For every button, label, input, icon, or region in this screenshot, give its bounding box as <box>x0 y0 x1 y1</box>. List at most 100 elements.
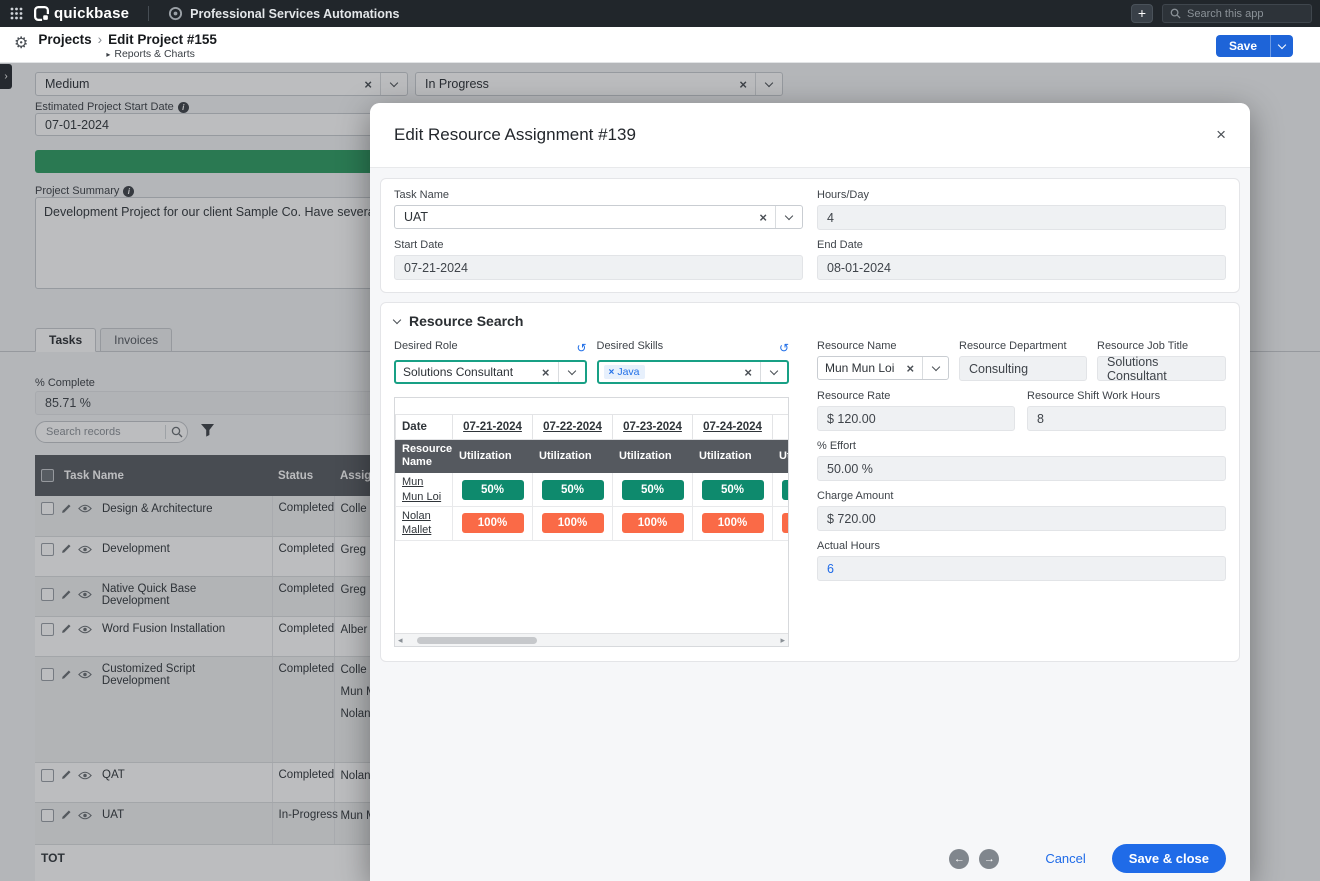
chevron-down-icon <box>393 315 401 323</box>
date-column-link[interactable] <box>773 415 790 440</box>
reports-charts-link[interactable]: ▸ Reports & Charts <box>38 48 217 60</box>
utilization-header: Utilization <box>613 440 693 473</box>
start-date-label: Start Date <box>394 239 803 251</box>
app-search-input[interactable]: Search this app <box>1162 4 1312 23</box>
resource-rate-label: Resource Rate <box>817 390 1015 402</box>
utilization-header: Utilization <box>693 440 773 473</box>
resource-department-label: Resource Department <box>959 340 1087 352</box>
date-column-link[interactable]: 07-23-2024 <box>613 415 693 440</box>
edit-resource-assignment-modal: Edit Resource Assignment #139 × Task Nam… <box>370 103 1250 881</box>
search-icon <box>1170 8 1181 19</box>
next-record-button[interactable]: → <box>979 849 999 869</box>
utilization-header: Utilization <box>773 440 790 473</box>
date-column-link[interactable]: 07-22-2024 <box>533 415 613 440</box>
actual-hours-link[interactable]: 6 <box>827 562 834 576</box>
horizontal-scrollbar[interactable]: ◂ ▸ <box>395 633 788 646</box>
quickbase-logo-text: quickbase <box>54 5 129 22</box>
clear-icon[interactable]: × <box>736 365 760 380</box>
resource-name-header: Resource Name <box>396 440 453 473</box>
settings-gear-icon[interactable]: ⚙ <box>14 33 28 53</box>
desired-skills-select[interactable]: × Java × <box>597 360 790 384</box>
desired-skills-label: Desired Skills <box>597 340 664 352</box>
utilization-cell[interactable]: 50% <box>622 480 684 500</box>
modal-title: Edit Resource Assignment #139 <box>394 125 636 145</box>
save-button[interactable]: Save <box>1216 39 1270 53</box>
resource-rate-field: $ 120.00 <box>817 406 1015 431</box>
clear-icon[interactable]: × <box>751 210 775 225</box>
utilization-cell[interactable]: 100% <box>622 513 684 533</box>
save-options-button[interactable] <box>1271 45 1293 48</box>
quickbase-logo[interactable]: quickbase <box>34 5 129 22</box>
utilization-cell[interactable]: 100% <box>542 513 604 533</box>
date-column-link[interactable]: 07-24-2024 <box>693 415 773 440</box>
caret-right-icon: ▸ <box>106 50 110 59</box>
skill-tag: × Java <box>604 365 645 379</box>
resource-search-toggle[interactable]: Resource Search <box>394 313 1226 329</box>
task-name-select[interactable]: UAT × <box>394 205 803 229</box>
reset-icon[interactable]: ↺ <box>779 342 789 354</box>
reset-icon[interactable]: ↺ <box>576 342 586 354</box>
previous-record-button[interactable]: ← <box>949 849 969 869</box>
resource-search-title: Resource Search <box>409 313 523 329</box>
actual-hours-field: 6 <box>817 556 1226 581</box>
clear-icon[interactable]: × <box>534 365 558 380</box>
utilization-cell[interactable]: 50% <box>542 480 604 500</box>
skill-tag-label: Java <box>617 366 639 378</box>
chevron-down-icon <box>567 366 575 374</box>
desired-role-dropdown-button[interactable] <box>559 362 585 382</box>
resource-job-title-label: Resource Job Title <box>1097 340 1226 352</box>
start-date-field: 07-21-2024 <box>394 255 803 280</box>
clear-icon[interactable]: × <box>899 361 923 376</box>
task-name-dropdown-button[interactable] <box>776 206 802 228</box>
remove-tag-icon[interactable]: × <box>609 367 615 378</box>
save-and-close-button[interactable]: Save & close <box>1112 844 1226 873</box>
save-split-button: Save <box>1216 35 1293 57</box>
resource-name-dropdown-button[interactable] <box>923 357 948 379</box>
utilization-cell[interactable]: 50% <box>702 480 764 500</box>
hours-day-field: 4 <box>817 205 1226 230</box>
topbar: quickbase Professional Services Automati… <box>0 0 1320 27</box>
topbar-divider <box>148 6 149 21</box>
date-column-link[interactable]: 07-21-2024 <box>453 415 533 440</box>
resource-shift-work-hours-field: 8 <box>1027 406 1226 431</box>
scroll-left-icon[interactable]: ◂ <box>398 635 403 646</box>
utilization-cell[interactable]: 50% <box>782 480 790 500</box>
app-search-placeholder: Search this app <box>1187 8 1263 20</box>
desired-skills-dropdown-button[interactable] <box>761 362 787 382</box>
end-date-field: 08-01-2024 <box>817 255 1226 280</box>
resource-shift-work-hours-label: Resource Shift Work Hours <box>1027 390 1226 402</box>
toolbar: ⚙ Projects › Edit Project #155 ▸ Reports… <box>0 27 1320 63</box>
utilization-header-row: Resource Name Utilization Utilization Ut… <box>396 440 790 473</box>
scroll-right-icon[interactable]: ▸ <box>780 635 785 646</box>
resource-department-field: Consulting <box>959 356 1087 381</box>
add-new-button[interactable]: + <box>1131 4 1153 23</box>
breadcrumb-projects-link[interactable]: Projects <box>38 32 91 47</box>
modal-body: Task Name UAT × Hours/Day 4 Start Date 0… <box>370 168 1250 662</box>
resource-name-link[interactable]: Mun Mun Loi <box>396 473 453 507</box>
resource-name-select[interactable]: Mun Mun Loi × <box>817 356 949 380</box>
close-icon[interactable]: × <box>1216 125 1226 145</box>
resource-name-link[interactable]: Nolan Mallet <box>396 506 453 540</box>
app-icon <box>168 6 183 21</box>
app-switcher-icon[interactable] <box>8 7 25 20</box>
utilization-header: Utilization <box>533 440 613 473</box>
scrollbar-thumb[interactable] <box>417 637 537 644</box>
percent-effort-field: 50.00 % <box>817 456 1226 481</box>
utilization-grid: Date 07-21-2024 07-22-2024 07-23-2024 07… <box>394 397 789 647</box>
charge-amount-label: Charge Amount <box>817 490 1226 502</box>
utilization-cell[interactable]: 50% <box>462 480 524 500</box>
desired-role-select[interactable]: Solutions Consultant × <box>394 360 587 384</box>
resource-name-label: Resource Name <box>817 340 949 352</box>
resource-details: Resource Name Mun Mun Loi × Resource Dep… <box>817 340 1226 647</box>
utilization-cell[interactable]: 100% <box>702 513 764 533</box>
utilization-cell[interactable]: 100% <box>782 513 790 533</box>
cancel-button[interactable]: Cancel <box>1045 851 1085 866</box>
page-title: Edit Project #155 <box>108 32 217 47</box>
utilization-row: Mun Mun Loi 50% 50% 50% 50% 50% <box>396 473 790 507</box>
utilization-cell[interactable]: 100% <box>462 513 524 533</box>
modal-header: Edit Resource Assignment #139 × <box>370 103 1250 168</box>
resource-search-card: Resource Search Desired Role ↺ <box>380 302 1240 662</box>
current-app-link[interactable]: Professional Services Automations <box>168 6 399 21</box>
breadcrumb-separator: › <box>98 32 103 47</box>
actual-hours-label: Actual Hours <box>817 540 1226 552</box>
